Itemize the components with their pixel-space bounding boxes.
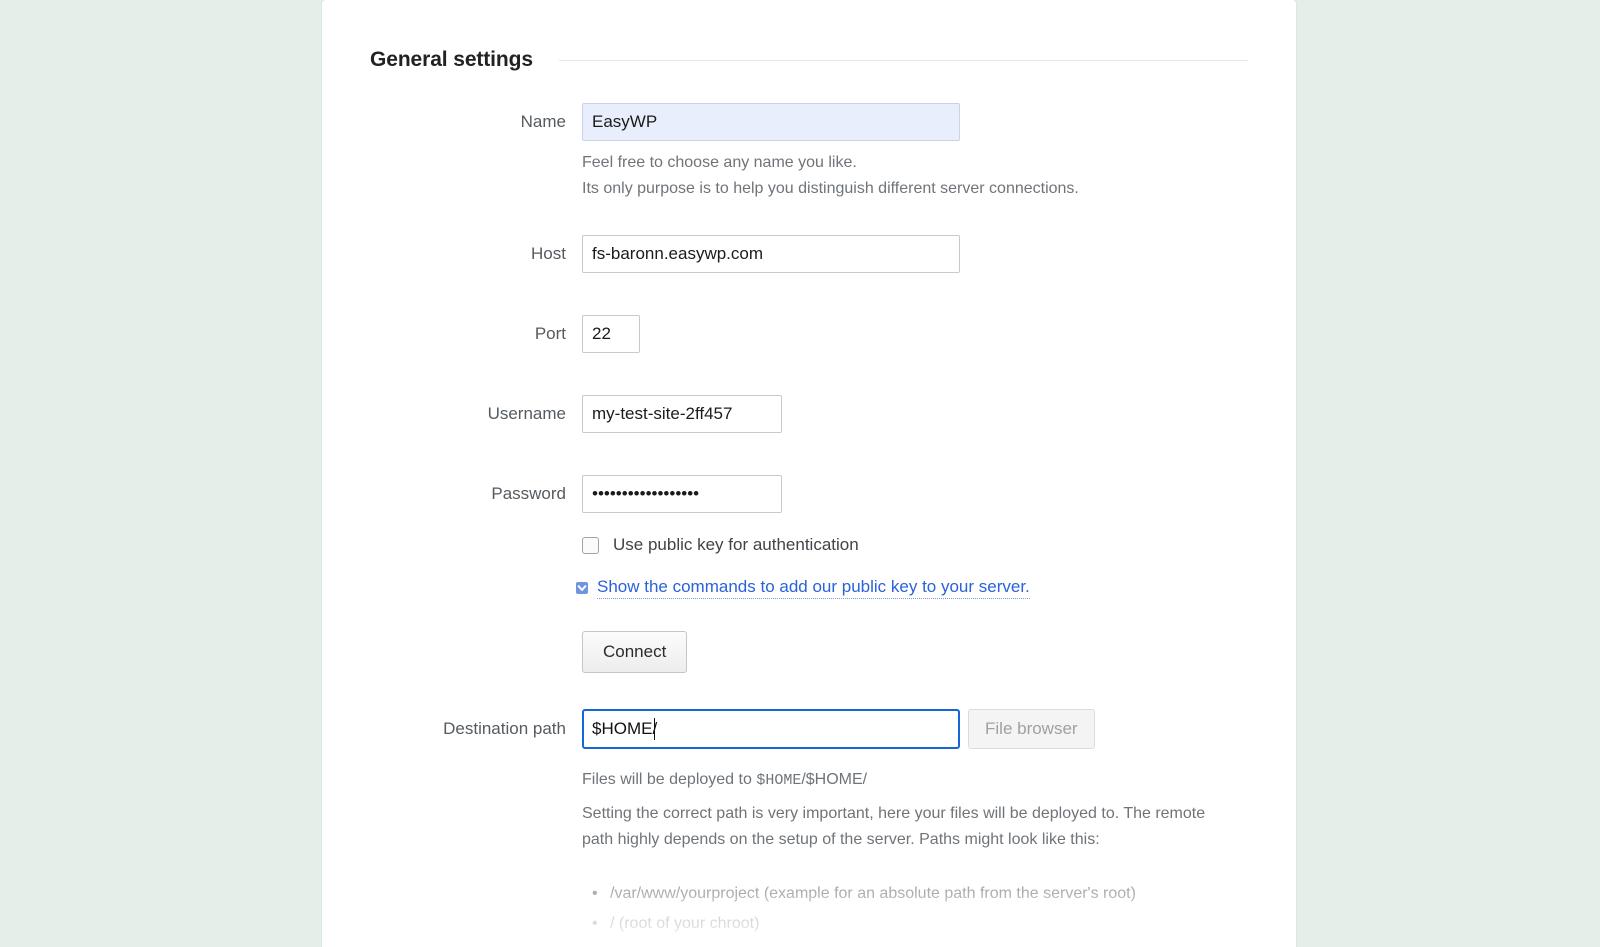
deploy-target-line: Files will be deployed to $HOME/$HOME/ [582, 767, 1296, 794]
deploy-mono: $HOME [756, 772, 802, 789]
name-help-line-2: Its only purpose is to help you distingu… [582, 180, 1079, 197]
list-item: / (root of your chroot) [582, 909, 1296, 939]
name-help-line-1: Feel free to choose any name you like. [582, 154, 857, 171]
use-public-key-row[interactable]: Use public key for authentication [322, 535, 1296, 555]
list-item: /var/www/yourproject (example for an abs… [582, 879, 1296, 909]
host-input[interactable] [582, 235, 960, 273]
header-divider [558, 59, 1248, 61]
password-input[interactable] [582, 475, 782, 513]
show-commands-row[interactable]: Show the commands to add our public key … [322, 577, 1296, 599]
password-field-wrap [582, 475, 1296, 513]
port-label: Port [534, 324, 566, 343]
field-row-name: Name [322, 103, 1296, 141]
connect-button-row: Connect [322, 631, 1296, 673]
destination-path-help: Files will be deployed to $HOME/$HOME/ S… [322, 767, 1296, 853]
deploy-prefix: Files will be deployed to [582, 771, 757, 788]
file-browser-button[interactable]: File browser [968, 709, 1095, 749]
destination-path-input-wrap [582, 709, 960, 749]
host-field-wrap [582, 235, 1296, 273]
deploy-suffix: /$HOME/ [801, 771, 868, 788]
name-field-wrap [582, 103, 1296, 141]
name-input[interactable] [582, 103, 960, 141]
host-label: Host [531, 244, 566, 263]
checkbox-checked-icon-show-commands[interactable] [576, 582, 588, 594]
page-canvas: General settings Name Feel free to choos… [0, 0, 1600, 947]
username-label: Username [487, 404, 566, 423]
connect-button[interactable]: Connect [582, 631, 688, 673]
field-row-destination-path: Destination path File browser [322, 709, 1296, 749]
name-label: Name [520, 112, 566, 131]
port-field-wrap [582, 315, 1296, 353]
username-field-wrap [582, 395, 1296, 433]
page-title: General settings [370, 48, 533, 71]
username-input[interactable] [582, 395, 782, 433]
field-row-password: Password [322, 475, 1296, 513]
name-help: Feel free to choose any name you like. I… [322, 150, 1296, 202]
section-header: General settings [370, 48, 1248, 72]
field-row-host: Host [322, 235, 1296, 273]
show-commands-link[interactable]: Show the commands to add our public key … [597, 577, 1030, 599]
port-input[interactable] [582, 315, 640, 353]
checkbox-icon-use-public-key[interactable] [582, 536, 599, 554]
field-row-username: Username [322, 395, 1296, 433]
destination-path-description: Setting the correct path is very importa… [582, 805, 1206, 848]
settings-card: General settings Name Feel free to choos… [322, 0, 1296, 947]
field-row-port: Port [322, 315, 1296, 353]
connection-form: Name Feel free to choose any name you li… [322, 103, 1296, 939]
destination-path-input[interactable] [582, 709, 960, 749]
password-label: Password [491, 484, 566, 503]
use-public-key-label: Use public key for authentication [613, 535, 859, 554]
text-caret [654, 718, 655, 740]
path-example-list: /var/www/yourproject (example for an abs… [322, 879, 1296, 939]
file-browser-button-wrap: File browser [968, 709, 1095, 749]
destination-path-label: Destination path [443, 719, 566, 738]
